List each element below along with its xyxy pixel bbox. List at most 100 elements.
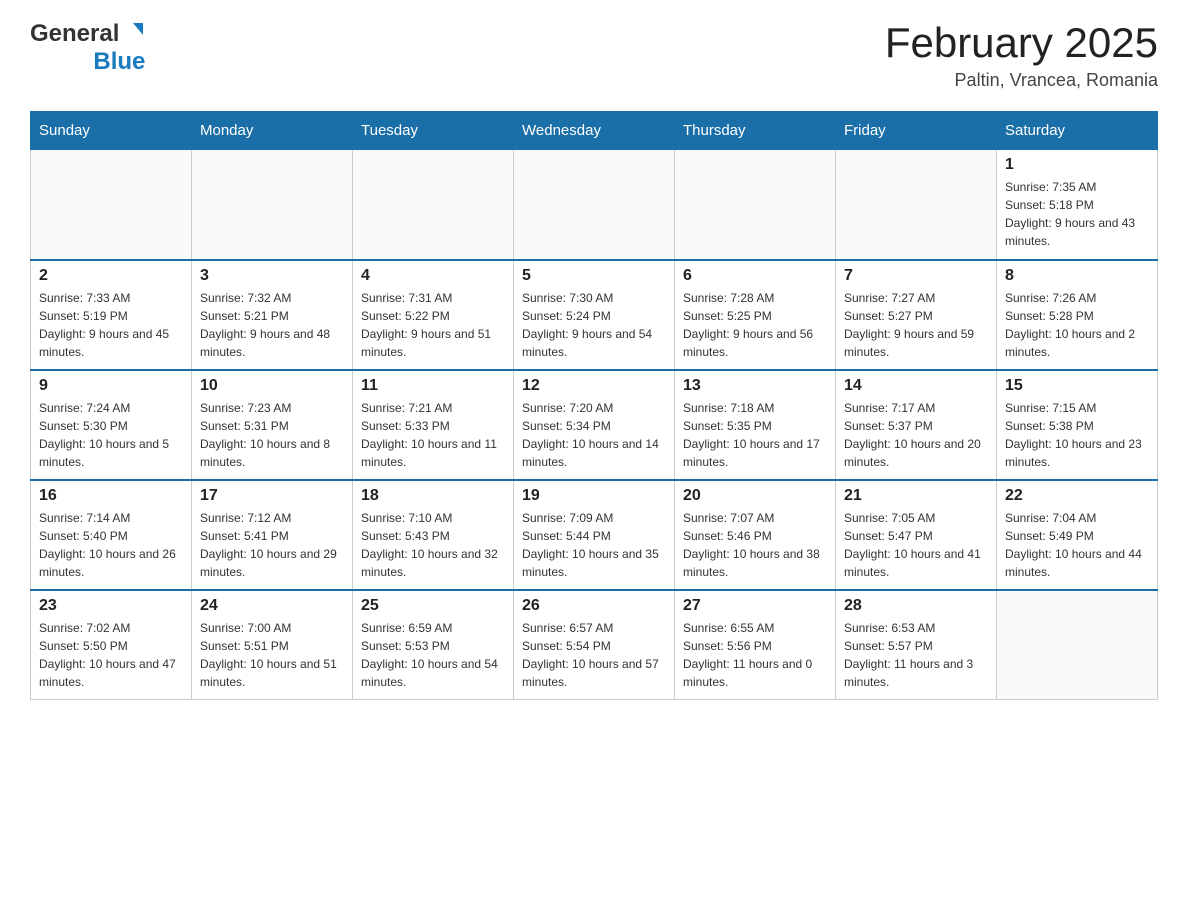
- day-number: 6: [683, 267, 827, 285]
- day-info: Sunrise: 6:55 AMSunset: 5:56 PMDaylight:…: [683, 619, 827, 691]
- day-info: Sunrise: 7:09 AMSunset: 5:44 PMDaylight:…: [522, 509, 666, 581]
- day-number: 25: [361, 597, 505, 615]
- page-header: General Blue February 2025 Paltin, Vranc…: [30, 20, 1158, 91]
- day-info: Sunrise: 6:53 AMSunset: 5:57 PMDaylight:…: [844, 619, 988, 691]
- calendar-cell: [675, 150, 836, 260]
- day-info: Sunrise: 7:02 AMSunset: 5:50 PMDaylight:…: [39, 619, 183, 691]
- week-row-3: 9 Sunrise: 7:24 AMSunset: 5:30 PMDaylight…: [31, 370, 1158, 480]
- calendar-cell: 2 Sunrise: 7:33 AMSunset: 5:19 PMDaylight…: [31, 260, 192, 370]
- day-number: 17: [200, 487, 344, 505]
- logo-icon: [121, 21, 145, 45]
- calendar-cell: 4 Sunrise: 7:31 AMSunset: 5:22 PMDaylight…: [353, 260, 514, 370]
- day-number: 7: [844, 267, 988, 285]
- calendar-cell: 3Sunrise: 7:32 AMSunset: 5:21 PMDaylight…: [192, 260, 353, 370]
- calendar-cell: 5 Sunrise: 7:30 AMSunset: 5:24 PMDaylight…: [514, 260, 675, 370]
- day-info: Sunrise: 7:10 AMSunset: 5:43 PMDaylight:…: [361, 509, 505, 581]
- day-number: 19: [522, 487, 666, 505]
- calendar-cell: 12Sunrise: 7:20 AMSunset: 5:34 PMDayligh…: [514, 370, 675, 480]
- calendar-cell: [31, 150, 192, 260]
- day-number: 2: [39, 267, 183, 285]
- calendar-cell: 27 Sunrise: 6:55 AMSunset: 5:56 PMDayligh…: [675, 590, 836, 700]
- day-info: Sunrise: 7:33 AMSunset: 5:19 PMDaylight:…: [39, 289, 183, 361]
- calendar-cell: 11 Sunrise: 7:21 AMSunset: 5:33 PMDayligh…: [353, 370, 514, 480]
- day-number: 15: [1005, 377, 1149, 395]
- day-number: 14: [844, 377, 988, 395]
- day-number: 27: [683, 597, 827, 615]
- logo-general-text: General: [30, 20, 119, 48]
- calendar-cell: 22 Sunrise: 7:04 AMSunset: 5:49 PMDayligh…: [997, 480, 1158, 590]
- day-info: Sunrise: 7:26 AMSunset: 5:28 PMDaylight:…: [1005, 289, 1149, 361]
- day-info: Sunrise: 7:17 AMSunset: 5:37 PMDaylight:…: [844, 399, 988, 471]
- day-number: 18: [361, 487, 505, 505]
- day-number: 1: [1005, 156, 1149, 174]
- calendar-cell: 7 Sunrise: 7:27 AMSunset: 5:27 PMDaylight…: [836, 260, 997, 370]
- header-tuesday: Tuesday: [353, 112, 514, 150]
- day-info: Sunrise: 7:12 AMSunset: 5:41 PMDaylight:…: [200, 509, 344, 581]
- calendar-cell: 21Sunrise: 7:05 AMSunset: 5:47 PMDayligh…: [836, 480, 997, 590]
- day-number: 16: [39, 487, 183, 505]
- day-info: Sunrise: 7:04 AMSunset: 5:49 PMDaylight:…: [1005, 509, 1149, 581]
- weekday-header-row: Sunday Monday Tuesday Wednesday Thursday…: [31, 112, 1158, 150]
- day-info: Sunrise: 7:27 AMSunset: 5:27 PMDaylight:…: [844, 289, 988, 361]
- calendar-cell: [353, 150, 514, 260]
- day-info: Sunrise: 6:59 AMSunset: 5:53 PMDaylight:…: [361, 619, 505, 691]
- header-monday: Monday: [192, 112, 353, 150]
- day-info: Sunrise: 7:31 AMSunset: 5:22 PMDaylight:…: [361, 289, 505, 361]
- calendar-cell: 25 Sunrise: 6:59 AMSunset: 5:53 PMDayligh…: [353, 590, 514, 700]
- calendar-cell: 16 Sunrise: 7:14 AMSunset: 5:40 PMDayligh…: [31, 480, 192, 590]
- calendar-cell: 23 Sunrise: 7:02 AMSunset: 5:50 PMDayligh…: [31, 590, 192, 700]
- week-row-1: 1 Sunrise: 7:35 AMSunset: 5:18 PMDaylight…: [31, 150, 1158, 260]
- header-sunday: Sunday: [31, 112, 192, 150]
- calendar-cell: 26 Sunrise: 6:57 AMSunset: 5:54 PMDayligh…: [514, 590, 675, 700]
- day-number: 13: [683, 377, 827, 395]
- title-section: February 2025 Paltin, Vrancea, Romania: [885, 20, 1158, 91]
- day-number: 26: [522, 597, 666, 615]
- calendar-cell: 18 Sunrise: 7:10 AMSunset: 5:43 PMDayligh…: [353, 480, 514, 590]
- day-number: 20: [683, 487, 827, 505]
- day-info: Sunrise: 7:23 AMSunset: 5:31 PMDaylight:…: [200, 399, 344, 471]
- day-number: 28: [844, 597, 988, 615]
- day-info: Sunrise: 7:32 AMSunset: 5:21 PMDaylight:…: [200, 289, 344, 361]
- calendar-cell: 6 Sunrise: 7:28 AMSunset: 5:25 PMDaylight…: [675, 260, 836, 370]
- week-row-5: 23 Sunrise: 7:02 AMSunset: 5:50 PMDayligh…: [31, 590, 1158, 700]
- day-info: Sunrise: 7:07 AMSunset: 5:46 PMDaylight:…: [683, 509, 827, 581]
- day-info: Sunrise: 6:57 AMSunset: 5:54 PMDaylight:…: [522, 619, 666, 691]
- day-number: 9: [39, 377, 183, 395]
- day-info: Sunrise: 7:30 AMSunset: 5:24 PMDaylight:…: [522, 289, 666, 361]
- header-saturday: Saturday: [997, 112, 1158, 150]
- calendar-cell: [997, 590, 1158, 700]
- calendar-cell: 15Sunrise: 7:15 AMSunset: 5:38 PMDayligh…: [997, 370, 1158, 480]
- calendar-cell: 9 Sunrise: 7:24 AMSunset: 5:30 PMDaylight…: [31, 370, 192, 480]
- location-title: Paltin, Vrancea, Romania: [885, 70, 1158, 91]
- day-info: Sunrise: 7:35 AMSunset: 5:18 PMDaylight:…: [1005, 178, 1149, 250]
- day-number: 8: [1005, 267, 1149, 285]
- week-row-4: 16 Sunrise: 7:14 AMSunset: 5:40 PMDayligh…: [31, 480, 1158, 590]
- month-year-title: February 2025: [885, 20, 1158, 66]
- day-info: Sunrise: 7:21 AMSunset: 5:33 PMDaylight:…: [361, 399, 505, 471]
- calendar-cell: 19 Sunrise: 7:09 AMSunset: 5:44 PMDayligh…: [514, 480, 675, 590]
- day-info: Sunrise: 7:18 AMSunset: 5:35 PMDaylight:…: [683, 399, 827, 471]
- day-info: Sunrise: 7:24 AMSunset: 5:30 PMDaylight:…: [39, 399, 183, 471]
- day-number: 4: [361, 267, 505, 285]
- day-number: 10: [200, 377, 344, 395]
- logo: General Blue: [30, 20, 145, 76]
- day-number: 24: [200, 597, 344, 615]
- day-number: 11: [361, 377, 505, 395]
- calendar-cell: [514, 150, 675, 260]
- calendar-table: Sunday Monday Tuesday Wednesday Thursday…: [30, 111, 1158, 700]
- calendar-cell: 1 Sunrise: 7:35 AMSunset: 5:18 PMDaylight…: [997, 150, 1158, 260]
- calendar-cell: 10 Sunrise: 7:23 AMSunset: 5:31 PMDayligh…: [192, 370, 353, 480]
- calendar-cell: 13 Sunrise: 7:18 AMSunset: 5:35 PMDayligh…: [675, 370, 836, 480]
- day-number: 23: [39, 597, 183, 615]
- day-number: 22: [1005, 487, 1149, 505]
- day-info: Sunrise: 7:28 AMSunset: 5:25 PMDaylight:…: [683, 289, 827, 361]
- logo-blue-text: Blue: [93, 48, 145, 76]
- calendar-cell: [836, 150, 997, 260]
- week-row-2: 2 Sunrise: 7:33 AMSunset: 5:19 PMDaylight…: [31, 260, 1158, 370]
- day-info: Sunrise: 7:14 AMSunset: 5:40 PMDaylight:…: [39, 509, 183, 581]
- day-info: Sunrise: 7:05 AMSunset: 5:47 PMDaylight:…: [844, 509, 988, 581]
- calendar-cell: 14 Sunrise: 7:17 AMSunset: 5:37 PMDayligh…: [836, 370, 997, 480]
- calendar-cell: 8 Sunrise: 7:26 AMSunset: 5:28 PMDaylight…: [997, 260, 1158, 370]
- calendar-cell: 20 Sunrise: 7:07 AMSunset: 5:46 PMDayligh…: [675, 480, 836, 590]
- day-number: 5: [522, 267, 666, 285]
